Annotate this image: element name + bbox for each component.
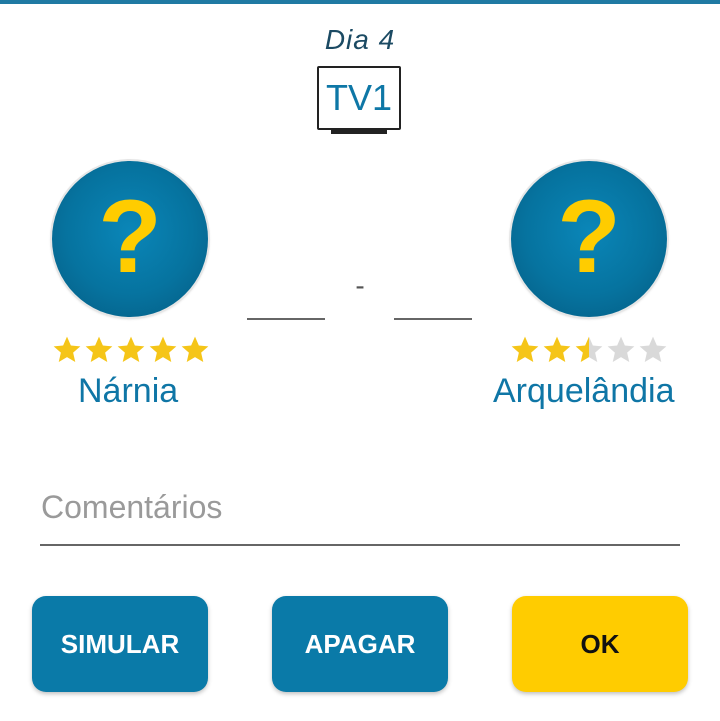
star-icon bbox=[639, 336, 667, 362]
home-team-rating bbox=[51, 334, 211, 366]
score-separator: - bbox=[355, 270, 365, 301]
tv-stand bbox=[331, 130, 387, 134]
tv-icon: TV1 bbox=[317, 66, 401, 136]
question-mark-icon: ? bbox=[98, 179, 162, 295]
away-team-rating bbox=[509, 334, 669, 366]
away-team-name: Arquelândia bbox=[493, 372, 675, 410]
day-label: Dia 4 bbox=[324, 24, 396, 55]
star-icon bbox=[607, 336, 635, 362]
star-icon bbox=[511, 336, 539, 362]
ok-button[interactable]: OK bbox=[512, 596, 688, 692]
comments-input[interactable] bbox=[40, 470, 680, 546]
star-icon bbox=[85, 336, 113, 362]
away-score-input[interactable] bbox=[394, 280, 472, 320]
match-prediction-screen: Dia 4 TV1 ? ? - Nárnia Arquelândia SIMUL… bbox=[0, 0, 720, 721]
top-accent-bar bbox=[0, 0, 720, 4]
star-icon bbox=[53, 336, 81, 362]
clear-button[interactable]: APAGAR bbox=[272, 596, 448, 692]
star-icon bbox=[575, 336, 603, 362]
star-icon bbox=[117, 336, 145, 362]
away-team-logo[interactable]: ? bbox=[511, 161, 667, 317]
star-icon bbox=[181, 336, 209, 362]
star-icon bbox=[149, 336, 177, 362]
channel-label: TV1 bbox=[317, 66, 401, 130]
question-mark-icon: ? bbox=[557, 179, 621, 295]
star-icon bbox=[543, 336, 571, 362]
home-score-input[interactable] bbox=[247, 280, 325, 320]
home-team-logo[interactable]: ? bbox=[52, 161, 208, 317]
simulate-button[interactable]: SIMULAR bbox=[32, 596, 208, 692]
home-team-name: Nárnia bbox=[78, 372, 179, 410]
